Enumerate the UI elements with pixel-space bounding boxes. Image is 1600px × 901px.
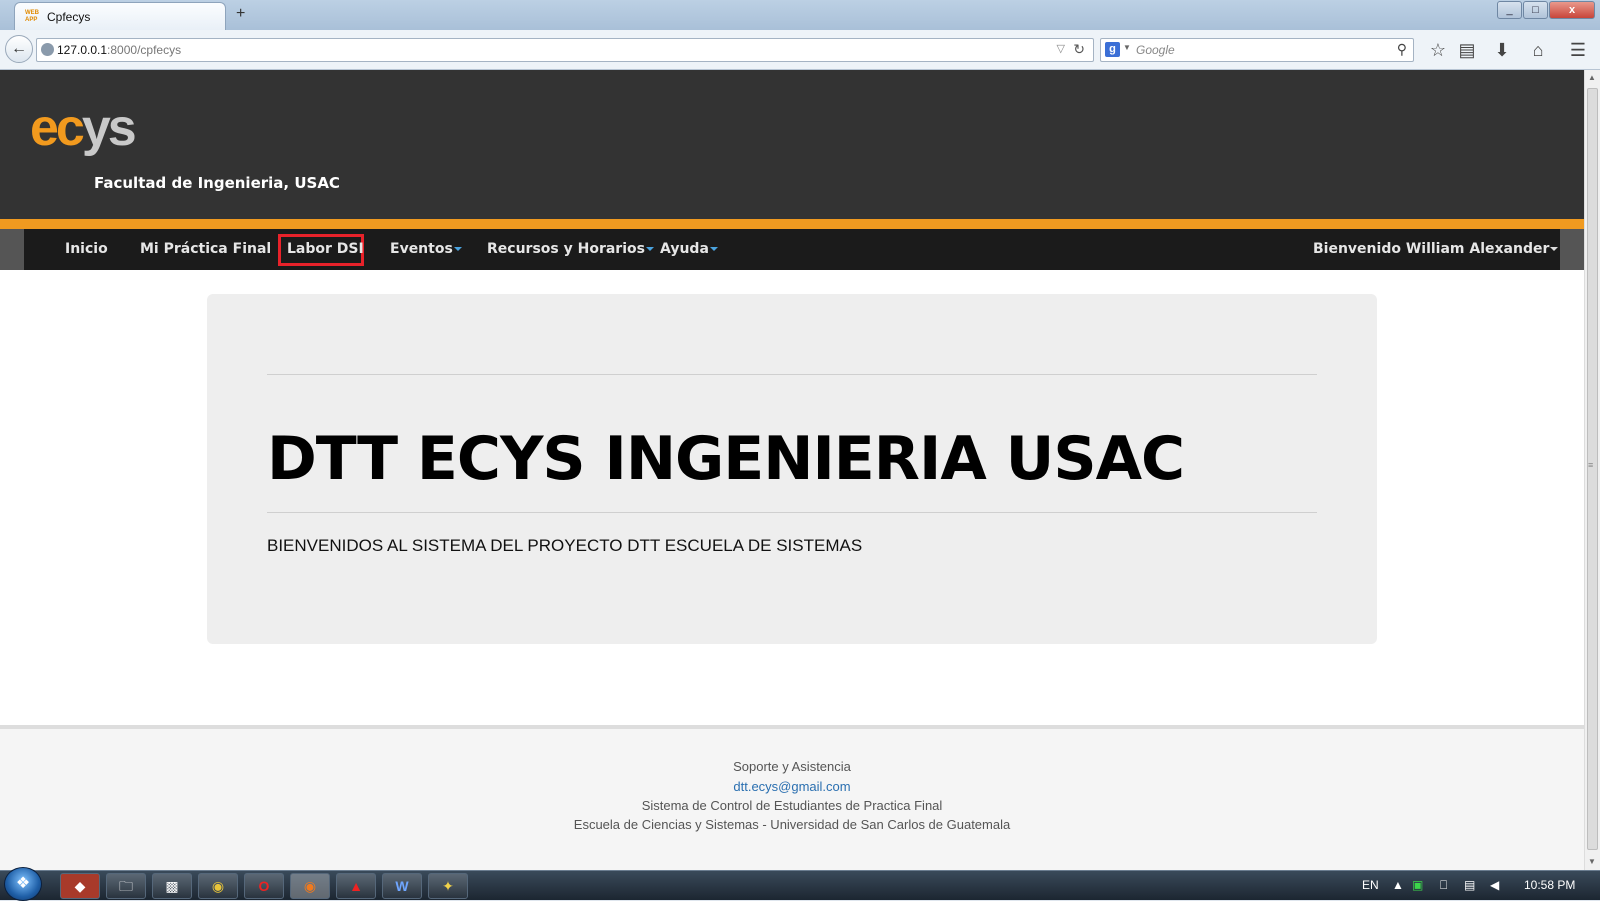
menu-item-recursos[interactable]: Recursos y Horarios [487, 229, 654, 270]
os-taskbar: ❖ ◆ 🗀 ▩ ◉ O ◉ ▲ W ✦ EN ▲ ▣ ⎕ ▤ ◀ 10:58 P… [0, 867, 1600, 901]
maximize-button[interactable]: □ [1523, 1, 1548, 19]
show-hidden-icons-icon[interactable]: ▲ [1392, 878, 1404, 892]
opera-icon: O [258, 878, 270, 894]
page-viewport: ecys Facultad de Ingenieria, USAC Inicio… [0, 70, 1584, 870]
python-app-button[interactable]: ✦ [428, 873, 468, 899]
opera-app-button[interactable]: O [244, 873, 284, 899]
vertical-scrollbar[interactable]: ▲ ≡ ▼ [1584, 70, 1600, 870]
menu-item-eventos[interactable]: Eventos [390, 229, 462, 270]
scroll-up-icon[interactable]: ▲ [1588, 73, 1596, 82]
menu-icon[interactable]: ☰ [1567, 39, 1589, 61]
site-footer: Soporte y Asistencia dtt.ecys@gmail.com … [0, 729, 1584, 870]
divider [267, 374, 1317, 375]
browser-tab-bar: WEB APP Cpfecys + _ □ x [0, 0, 1600, 30]
download-icon[interactable]: ⬇ [1491, 39, 1513, 61]
footer-email-link[interactable]: dtt.ecys@gmail.com [0, 779, 1584, 794]
reload-icon[interactable]: ↻ [1073, 41, 1085, 58]
google-engine-icon[interactable]: g [1105, 42, 1120, 57]
back-arrow-icon: ← [11, 40, 27, 57]
word-app-button[interactable]: W [382, 873, 422, 899]
search-bar[interactable]: g ▼ Google ⚲ [1100, 38, 1414, 62]
browser-tab[interactable]: WEB APP Cpfecys [14, 2, 226, 30]
dropdown-caret-icon [645, 247, 654, 251]
hero-panel: DTT ECYS INGENIERIA USAC BIENVENIDOS AL … [207, 294, 1377, 644]
url-history-dropdown-icon[interactable]: ▽ [1057, 42, 1065, 55]
dropdown-caret-icon [709, 247, 718, 251]
explorer-app-button[interactable]: 🗀 [106, 873, 146, 899]
scroll-down-icon[interactable]: ▼ [1588, 857, 1596, 866]
windows-logo-icon: ❖ [15, 875, 31, 892]
firefox-icon: ◉ [303, 878, 317, 894]
menu-item-labor-dsi[interactable]: Labor DSI [287, 229, 364, 270]
faculty-name: Facultad de Ingenieria, USAC [94, 174, 340, 192]
address-bar[interactable]: 127.0.0.1:8000/cpfecys ▽ ↻ [36, 38, 1094, 62]
new-tab-button[interactable]: + [236, 6, 245, 22]
footer-system: Sistema de Control de Estudiantes de Pra… [641, 798, 943, 813]
footer-support: Soporte y Asistencia [733, 759, 851, 774]
menu-item-mi-practica[interactable]: Mi Práctica Final [140, 229, 271, 270]
main-menu: Inicio Mi Práctica Final Labor DSI Event… [24, 229, 1560, 270]
menu-label: Recursos y Horarios [487, 241, 645, 257]
terminal-app-button[interactable]: ▩ [152, 873, 192, 899]
page-title: DTT ECYS INGENIERIA USAC [267, 424, 1185, 494]
home-icon[interactable]: ⌂ [1527, 39, 1549, 61]
git-app-button[interactable]: ◆ [60, 873, 100, 899]
minimize-button[interactable]: _ [1497, 1, 1522, 19]
accent-divider [0, 219, 1584, 229]
acrobat-app-button[interactable]: ▲ [336, 873, 376, 899]
language-indicator[interactable]: EN [1362, 878, 1379, 892]
terminal-icon: ▩ [165, 878, 179, 894]
menu-item-ayuda[interactable]: Ayuda [660, 229, 718, 270]
chrome-app-button[interactable]: ◉ [198, 873, 238, 899]
menu-label: Ayuda [660, 241, 709, 257]
site-header: ecys Facultad de Ingenieria, USAC [0, 70, 1584, 219]
app-tray-icon[interactable]: ▣ [1412, 878, 1423, 892]
chrome-icon: ◉ [211, 878, 225, 894]
firefox-app-button[interactable]: ◉ [290, 873, 330, 899]
globe-icon [41, 43, 54, 56]
browser-nav-bar: ← 127.0.0.1:8000/cpfecys ▽ ↻ g ▼ Google … [0, 30, 1600, 70]
divider [267, 512, 1317, 513]
folder-icon: 🗀 [119, 878, 133, 894]
power-icon[interactable]: ⎕ [1440, 878, 1447, 893]
favicon-icon: WEB APP [25, 10, 39, 23]
python-icon: ✦ [442, 878, 454, 894]
tab-title: Cpfecys [47, 10, 91, 24]
close-window-button[interactable]: x [1549, 1, 1595, 19]
user-greeting: Bienvenido William Alexander [1313, 241, 1550, 257]
dropdown-caret-icon [1550, 247, 1559, 251]
pdf-icon: ▲ [349, 878, 363, 894]
clock[interactable]: 10:58 PM [1524, 878, 1575, 892]
back-button[interactable]: ← [5, 35, 33, 63]
search-icon[interactable]: ⚲ [1397, 41, 1407, 58]
user-menu[interactable]: Bienvenido William Alexander [1313, 229, 1559, 270]
url-text: 127.0.0.1:8000/cpfecys [57, 43, 182, 57]
menu-label: Eventos [390, 241, 453, 257]
network-signal-icon[interactable]: ▤ [1464, 878, 1475, 892]
menu-item-inicio[interactable]: Inicio [65, 229, 108, 270]
volume-icon[interactable]: ◀ [1490, 878, 1499, 892]
main-menu-bar: Inicio Mi Práctica Final Labor DSI Event… [0, 229, 1584, 270]
git-icon: ◆ [74, 878, 86, 894]
search-input[interactable]: Google [1136, 43, 1175, 57]
bookmark-star-icon[interactable]: ☆ [1427, 39, 1449, 61]
ecys-logo[interactable]: ecys [30, 100, 137, 156]
chevron-down-icon[interactable]: ▼ [1123, 43, 1131, 52]
dropdown-caret-icon [453, 247, 462, 251]
scroll-grip-icon: ≡ [1588, 460, 1594, 470]
footer-school: Escuela de Ciencias y Sistemas - Univers… [573, 817, 1011, 832]
word-icon: W [395, 878, 409, 894]
start-button[interactable]: ❖ [4, 867, 42, 901]
bookmarks-list-icon[interactable]: ▤ [1456, 39, 1478, 61]
welcome-text: BIENVENIDOS AL SISTEMA DEL PROYECTO DTT … [267, 536, 863, 555]
